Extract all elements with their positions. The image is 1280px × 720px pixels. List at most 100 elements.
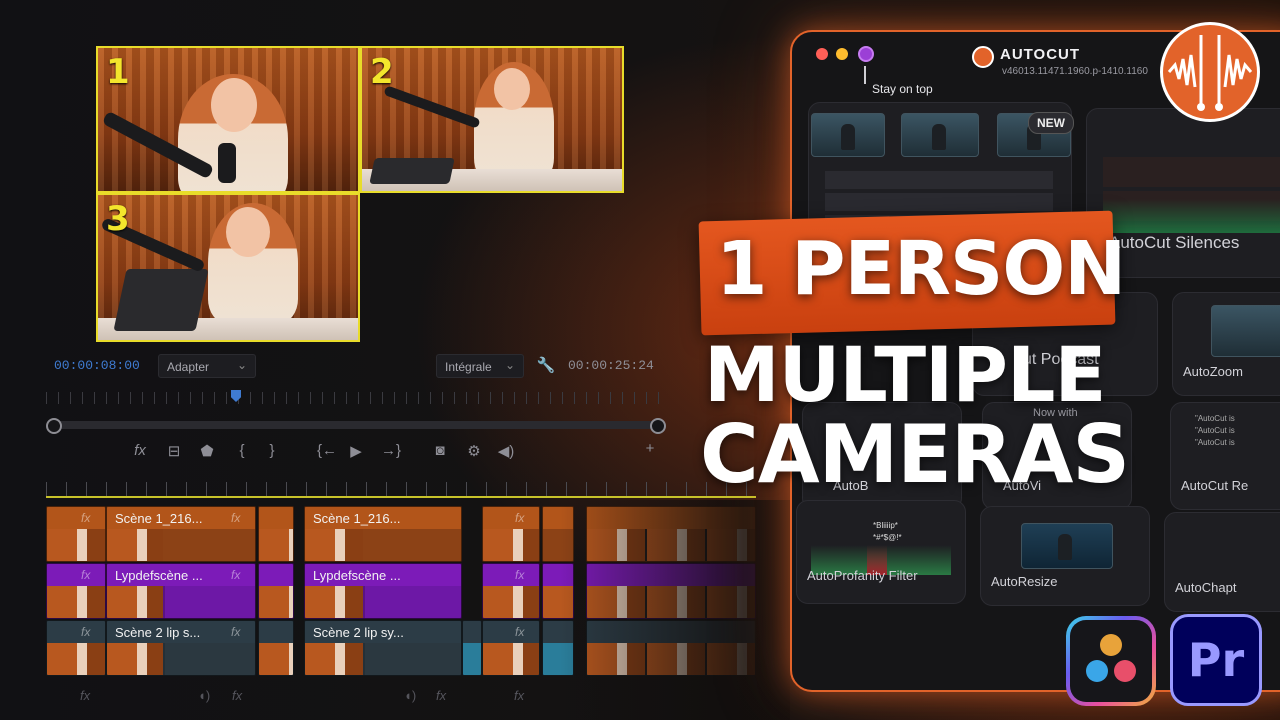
clip[interactable] [586,506,756,562]
autocut-resize-card[interactable]: AutoResize [980,506,1150,606]
microphone [218,143,236,183]
fx-icon: fx [231,625,241,639]
autocut-repeat-card[interactable]: "AutoCut is "AutoCut is "AutoCut is Auto… [1170,402,1280,510]
person-face [211,78,257,132]
mark-in-button[interactable]: { [232,442,252,459]
go-to-in-button[interactable]: {← [314,442,340,459]
clip[interactable] [542,563,574,619]
repeat-lines: "AutoCut is "AutoCut is "AutoCut is [1195,413,1235,449]
card-label: AutoZoom [1183,364,1243,379]
card-label: AutoResize [991,574,1058,589]
voice-icon: ◖) [404,688,417,703]
clip-label: Scène 2 lip s... [115,625,201,640]
clip[interactable] [542,506,574,562]
card-label: AutoProfanity Filter [807,568,918,583]
person-face [494,68,530,110]
fx-icon: fx [515,568,525,582]
voice-icon: ◖) [198,688,211,703]
playhead-timecode[interactable]: 00:00:08:00 [54,358,140,373]
marker-icon[interactable]: ⬟ [197,442,217,460]
close-window-button[interactable] [816,48,828,60]
laptop [113,269,209,331]
autocut-logo [1160,22,1260,122]
thumbnail [811,113,885,157]
repeat-line: "AutoCut is [1195,414,1235,423]
clip[interactable]: fx [46,563,106,619]
annotation-arrow [864,66,866,84]
clip[interactable]: fx [46,620,106,676]
clip[interactable]: Scène 1_216... fx [106,506,256,562]
clip[interactable]: Scène 1_216... [304,506,462,562]
thumbnail [1211,305,1280,357]
resolve-petal [1100,634,1122,656]
play-button[interactable]: ▶ [346,442,366,460]
camera-number-1: 1 [106,52,130,92]
headline-line-2: MULTIPLE [704,330,1106,419]
clip[interactable] [258,563,294,619]
clip[interactable]: Lypdefscène ... fx [106,563,256,619]
autocut-profanity-card[interactable]: *Bliiiip* *#*$@!* AutoProfanity Filter [796,500,966,604]
clip[interactable]: Lypdefscène ... [304,563,462,619]
camera-number-2: 2 [370,52,394,92]
fx-icon: fx [515,511,525,525]
card-label: AutoCut Silences [1109,233,1240,252]
camera-angle-2[interactable]: 2 [360,46,624,193]
safe-margins-icon[interactable]: ⊟ [164,442,184,460]
minimize-window-button[interactable] [836,48,848,60]
clip[interactable] [462,620,482,676]
bleep-text: *#*$@!* [873,533,902,542]
clip[interactable]: Scène 2 lip s... fx [106,620,256,676]
speaker-icon[interactable]: ◀) [496,442,516,460]
clip[interactable]: fx [46,506,106,562]
clip[interactable] [542,620,574,676]
premiere-pro-logo: Pr [1170,614,1262,706]
stay-on-top-label: Stay on top [872,82,933,96]
bleep-text: *Bliiiip* [873,521,898,530]
autocut-zoom-card[interactable]: AutoZoom [1172,292,1280,396]
camera-icon[interactable]: ◙ [430,442,450,459]
monitor-ruler[interactable] [46,392,666,404]
mark-out-button[interactable]: } [262,442,282,459]
clip-label: Scène 2 lip sy... [313,625,404,640]
multicam-icon[interactable]: ⚙ [464,442,484,460]
fit-dropdown[interactable]: Adapter ⌄ [158,354,256,378]
autocut-chapters-card[interactable]: AutoChapt [1164,512,1280,612]
clip[interactable]: Scène 2 lip sy... [304,620,462,676]
card-label: AutoChapt [1175,580,1237,595]
card-label: AutoCut Re [1181,478,1249,493]
fx-icon: fx [231,511,241,525]
resolution-dropdown[interactable]: Intégrale ⌄ [436,354,524,378]
camera-number-3: 3 [106,199,130,239]
fx-icon[interactable]: fx [130,442,150,459]
camera-angle-1[interactable]: 1 [96,46,360,193]
add-button[interactable]: + [640,440,660,457]
waveform-scissors-icon [1167,35,1253,111]
wrench-icon[interactable]: 🔧 [536,356,556,374]
chevron-down-icon: ⌄ [236,358,247,372]
clip[interactable] [586,620,756,676]
davinci-resolve-logo [1066,616,1156,706]
repeat-line: "AutoCut is [1195,426,1235,435]
clip[interactable] [586,563,756,619]
clip-label: Lypdefscène ... [115,568,203,583]
clip[interactable] [258,506,294,562]
clip[interactable]: fx [482,506,540,562]
laptop [369,158,455,184]
fit-dropdown-value: Adapter [167,360,210,374]
fx-icon: fx [81,625,91,639]
camera-angle-3[interactable]: 3 [96,193,360,342]
fx-icon: fx [81,568,91,582]
fx-icon: fx [81,511,91,525]
pin-icon[interactable] [858,46,874,62]
go-to-out-button[interactable]: →} [378,442,404,459]
clip-label: Scène 1_216... [313,511,401,526]
clip[interactable]: fx [482,563,540,619]
repeat-line: "AutoCut is [1195,438,1235,447]
clip[interactable] [258,620,294,676]
zoom-scrollbar[interactable] [46,418,666,434]
clip[interactable]: fx [482,620,540,676]
resolve-petal [1086,660,1108,682]
fx-icon: fx [80,688,91,703]
fx-icon: fx [436,688,447,703]
thumbnail [901,113,979,157]
